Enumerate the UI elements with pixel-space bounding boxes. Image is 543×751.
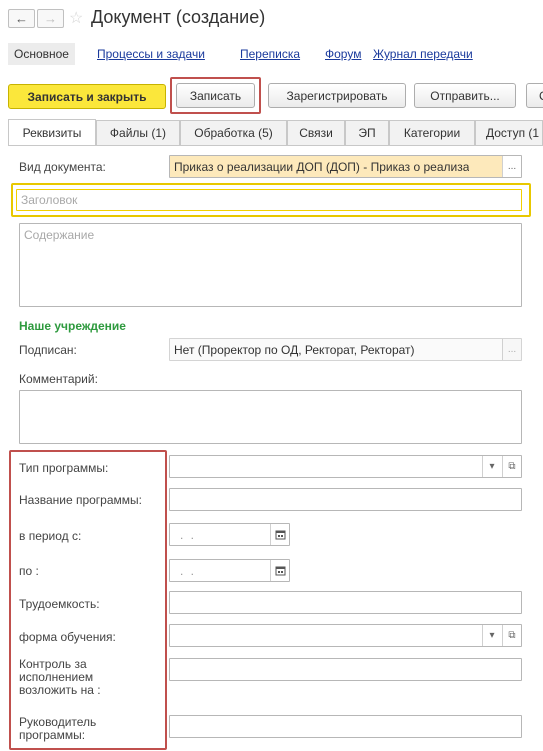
section-title: Наше учреждение bbox=[19, 319, 126, 333]
back-button[interactable]: ← bbox=[8, 9, 35, 28]
subnav-transfer-log[interactable]: Журнал передачи bbox=[373, 47, 473, 61]
calendar-icon[interactable] bbox=[270, 524, 289, 545]
period-from-input[interactable]: . . bbox=[169, 523, 290, 546]
doc-type-label: Вид документа: bbox=[19, 160, 106, 174]
study-form-select[interactable]: ▾ ⧉ bbox=[169, 624, 522, 647]
head-label: Руководитель программы: bbox=[19, 715, 97, 742]
subnav-correspondence[interactable]: Переписка bbox=[240, 47, 300, 61]
arrow-right-icon: → bbox=[44, 11, 57, 26]
control-input[interactable] bbox=[169, 658, 522, 681]
labor-label: Трудоемкость: bbox=[19, 597, 100, 611]
program-type-select[interactable]: ▾ ⧉ bbox=[169, 455, 522, 478]
chevron-down-icon[interactable]: ▾ bbox=[482, 456, 501, 477]
content-textarea[interactable]: Содержание bbox=[19, 223, 522, 307]
tabs-divider bbox=[8, 145, 543, 146]
signed-value: Нет (Проректор по ОД, Ректорат, Ректорат… bbox=[174, 342, 415, 357]
control-label: Контроль за исполнением возложить на : bbox=[19, 657, 101, 697]
date-placeholder: . . bbox=[180, 563, 197, 578]
program-name-label: Название программы: bbox=[19, 493, 142, 507]
tab-categories[interactable]: Категории bbox=[389, 120, 475, 145]
subnav-processes[interactable]: Процессы и задачи bbox=[97, 47, 205, 61]
tab-links[interactable]: Связи bbox=[287, 120, 345, 145]
tab-signatures[interactable]: ЭП bbox=[345, 120, 389, 145]
more-button[interactable]: С bbox=[526, 83, 543, 108]
period-from-label: в период с: bbox=[19, 529, 82, 543]
date-placeholder: . . bbox=[180, 527, 197, 542]
program-name-input[interactable] bbox=[169, 488, 522, 511]
tab-access[interactable]: Доступ (1 bbox=[475, 120, 543, 145]
forward-button[interactable]: → bbox=[37, 9, 64, 28]
open-icon[interactable]: ⧉ bbox=[502, 456, 521, 477]
comment-label: Комментарий: bbox=[19, 372, 98, 386]
title-input[interactable]: Заголовок bbox=[16, 189, 522, 211]
period-to-input[interactable]: . . bbox=[169, 559, 290, 582]
save-and-close-button[interactable]: Записать и закрыть bbox=[8, 84, 166, 109]
doc-type-field[interactable]: Приказ о реализации ДОП (ДОП) - Приказ о… bbox=[169, 155, 522, 178]
head-input[interactable] bbox=[169, 715, 522, 738]
calendar-icon[interactable] bbox=[270, 560, 289, 581]
send-button[interactable]: Отправить... bbox=[414, 83, 516, 108]
ellipsis-icon: ... bbox=[507, 161, 517, 172]
page-title: Документ (создание) bbox=[91, 7, 266, 27]
star-icon[interactable]: ☆ bbox=[69, 8, 83, 28]
doc-type-value: Приказ о реализации ДОП (ДОП) - Приказ о… bbox=[174, 159, 470, 174]
tab-requisites[interactable]: Реквизиты bbox=[8, 119, 96, 145]
tab-files[interactable]: Файлы (1) bbox=[96, 120, 180, 145]
signed-select-button[interactable]: ... bbox=[502, 339, 521, 360]
arrow-left-icon: ← bbox=[15, 11, 28, 26]
signed-label: Подписан: bbox=[19, 343, 77, 357]
period-to-label: по : bbox=[19, 564, 39, 578]
doc-type-select-button[interactable]: ... bbox=[502, 156, 521, 177]
subnav-main[interactable]: Основное bbox=[8, 43, 75, 65]
content-placeholder: Содержание bbox=[24, 228, 95, 242]
ellipsis-icon: ... bbox=[507, 344, 517, 355]
study-form-label: форма обучения: bbox=[19, 630, 116, 644]
title-placeholder: Заголовок bbox=[21, 193, 78, 207]
chevron-down-icon[interactable]: ▾ bbox=[482, 625, 501, 646]
signed-field[interactable]: Нет (Проректор по ОД, Ректорат, Ректорат… bbox=[169, 338, 522, 361]
tab-processing[interactable]: Обработка (5) bbox=[180, 120, 287, 145]
comment-textarea[interactable] bbox=[19, 390, 522, 444]
subnav-forum[interactable]: Форум bbox=[325, 47, 361, 61]
register-button[interactable]: Зарегистрировать bbox=[268, 83, 406, 108]
labor-input[interactable] bbox=[169, 591, 522, 614]
open-icon[interactable]: ⧉ bbox=[502, 625, 521, 646]
save-button[interactable]: Записать bbox=[176, 83, 255, 108]
program-type-label: Тип программы: bbox=[19, 461, 109, 475]
